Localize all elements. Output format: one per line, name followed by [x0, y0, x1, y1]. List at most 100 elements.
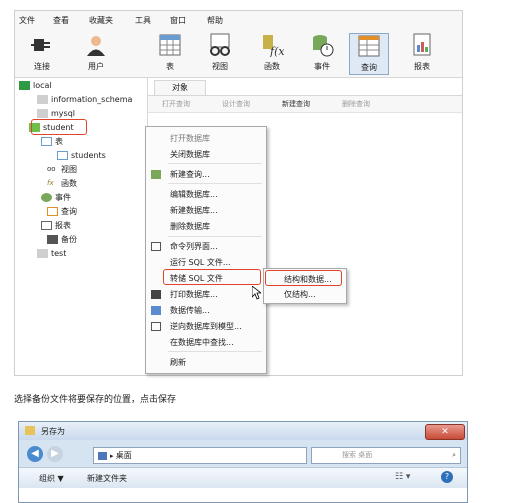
- save-as-dialog: 另存为 ✕ ◀ ▶ ▸ 桌面 搜索 桌面 ⌕ 组织 ▼ 新建文件夹 ☷ ▾ ?: [18, 421, 468, 503]
- forward-button[interactable]: ▶: [47, 446, 63, 462]
- menu-new-query[interactable]: 新建查询...: [170, 169, 210, 180]
- view-icon: oo: [47, 165, 56, 173]
- open-query-button[interactable]: 打开查询: [162, 99, 190, 109]
- menu-separator: [168, 183, 262, 184]
- menu-delete-database[interactable]: 删除数据库: [170, 221, 210, 232]
- help-icon[interactable]: ?: [441, 471, 453, 483]
- toolbar-view-button[interactable]: 视图: [201, 33, 239, 73]
- search-icon: ⌕: [452, 451, 456, 459]
- new-query-button[interactable]: 新建查询: [282, 99, 310, 109]
- tree-item-queries[interactable]: 查询: [47, 206, 77, 218]
- menu-separator: [168, 236, 262, 237]
- table-icon: [57, 151, 68, 160]
- event-icon: [313, 35, 334, 57]
- context-menu: 打开数据库 关闭数据库 新建查询... 编辑数据库... 新建数据库... 删除…: [145, 126, 267, 374]
- menu-favorites[interactable]: 收藏夹: [89, 15, 113, 26]
- database-icon: [37, 95, 48, 104]
- address-bar[interactable]: ▸ 桌面: [93, 447, 307, 464]
- new-folder-button[interactable]: 新建文件夹: [87, 473, 127, 484]
- toolbar-connect-button[interactable]: 连接: [23, 33, 61, 73]
- folder-icon: [25, 426, 35, 435]
- data-transfer-icon: [151, 306, 161, 315]
- file-list-area: [19, 488, 467, 502]
- main-toolbar: 连接 用户 表 视图 f(x) 函数: [15, 29, 462, 78]
- menu-find-in-database[interactable]: 在数据库中查找...: [170, 337, 234, 348]
- backup-icon: [47, 235, 58, 244]
- delete-query-button[interactable]: 删除查询: [342, 99, 370, 109]
- new-query-icon: [151, 170, 161, 179]
- structure-data-highlight: [265, 270, 342, 286]
- table-icon: [41, 137, 52, 146]
- tree-item-views[interactable]: oo 视图: [47, 164, 77, 176]
- menu-run-sql-file[interactable]: 运行 SQL 文件...: [170, 257, 231, 268]
- console-icon: [151, 242, 161, 251]
- tree-item-reports[interactable]: 报表: [41, 220, 71, 232]
- toolbar-event-button[interactable]: 事件: [303, 33, 341, 73]
- tree-item-test[interactable]: test: [37, 248, 66, 260]
- tab-objects[interactable]: 对象: [154, 80, 206, 95]
- menu-separator: [168, 163, 262, 164]
- tree-item-functions[interactable]: fx 函数: [47, 178, 77, 190]
- menu-command-line[interactable]: 命令列界面...: [170, 241, 218, 252]
- menu-bar: 文件 查看 收藏夹 工具 窗口 帮助: [15, 11, 462, 29]
- toolbar-query-button[interactable]: 查询: [349, 33, 389, 75]
- model-icon: [151, 322, 161, 331]
- menu-edit-database[interactable]: 编辑数据库...: [170, 189, 218, 200]
- menu-data-transfer[interactable]: 数据传输...: [170, 305, 210, 316]
- query-icon: [358, 35, 380, 57]
- tree-item-backups[interactable]: 备份: [47, 234, 77, 246]
- search-input[interactable]: 搜索 桌面 ⌕: [311, 447, 461, 464]
- function-icon: f(x): [263, 35, 284, 57]
- menu-structure-only[interactable]: 仅结构...: [284, 289, 316, 300]
- event-icon: [41, 193, 52, 202]
- toolbar-report-button[interactable]: 报表: [403, 33, 441, 73]
- menu-refresh[interactable]: 刷新: [170, 357, 186, 368]
- database-icon: [37, 109, 48, 118]
- object-actions-bar: 打开查询 设计查询 新建查询 删除查询: [148, 95, 462, 113]
- database-icon: [37, 249, 48, 258]
- print-icon: [151, 290, 161, 299]
- menu-help[interactable]: 帮助: [207, 15, 223, 26]
- tree-item-events[interactable]: 事件: [41, 192, 71, 204]
- mouse-cursor-icon: [252, 286, 261, 300]
- tree-item-students-table[interactable]: students: [57, 150, 106, 162]
- organize-button[interactable]: 组织 ▼: [39, 473, 64, 484]
- menu-window[interactable]: 窗口: [170, 15, 186, 26]
- toolbar-table-button[interactable]: 表: [151, 33, 189, 73]
- menu-open-database[interactable]: 打开数据库: [170, 133, 210, 144]
- menu-file[interactable]: 文件: [19, 15, 35, 26]
- tree-item-information-schema[interactable]: information_schema: [37, 94, 132, 106]
- menu-print-database[interactable]: 打印数据库...: [170, 289, 218, 300]
- report-icon: [41, 221, 52, 230]
- back-button[interactable]: ◀: [27, 446, 43, 462]
- toolbar-user-button[interactable]: 用户: [77, 33, 115, 73]
- dialog-toolbar: 组织 ▼ 新建文件夹 ☷ ▾ ?: [19, 467, 467, 488]
- design-query-button[interactable]: 设计查询: [222, 99, 250, 109]
- instruction-caption: 选择备份文件将要保存的位置，点击保存: [14, 395, 177, 405]
- dialog-titlebar: 另存为 ✕: [19, 422, 467, 440]
- function-icon: fx: [47, 179, 54, 187]
- report-icon: [413, 33, 431, 56]
- user-icon: [87, 36, 105, 56]
- connection-icon: [19, 81, 30, 90]
- query-icon: [47, 207, 58, 216]
- menu-tools[interactable]: 工具: [135, 15, 151, 26]
- plug-icon: [31, 39, 50, 51]
- view-options-icon[interactable]: ☷ ▾: [395, 472, 410, 482]
- menu-reverse-to-model[interactable]: 逆向数据库到模型...: [170, 321, 242, 332]
- menu-view[interactable]: 查看: [53, 15, 69, 26]
- desktop-icon: [98, 451, 107, 460]
- table-icon: [159, 34, 181, 56]
- menu-separator: [168, 351, 262, 352]
- view-icon: [210, 33, 230, 56]
- dump-sql-highlight: [163, 269, 261, 285]
- close-button[interactable]: ✕: [425, 424, 465, 440]
- student-highlight: [31, 119, 87, 135]
- dialog-title: 另存为: [41, 427, 65, 436]
- tree-item-tables[interactable]: 表: [41, 136, 63, 148]
- svg-text:f(x): f(x): [269, 45, 284, 57]
- menu-close-database[interactable]: 关闭数据库: [170, 149, 210, 160]
- tree-item-local[interactable]: local: [19, 80, 52, 92]
- menu-new-database[interactable]: 新建数据库...: [170, 205, 218, 216]
- toolbar-function-button[interactable]: f(x) 函数: [253, 33, 291, 73]
